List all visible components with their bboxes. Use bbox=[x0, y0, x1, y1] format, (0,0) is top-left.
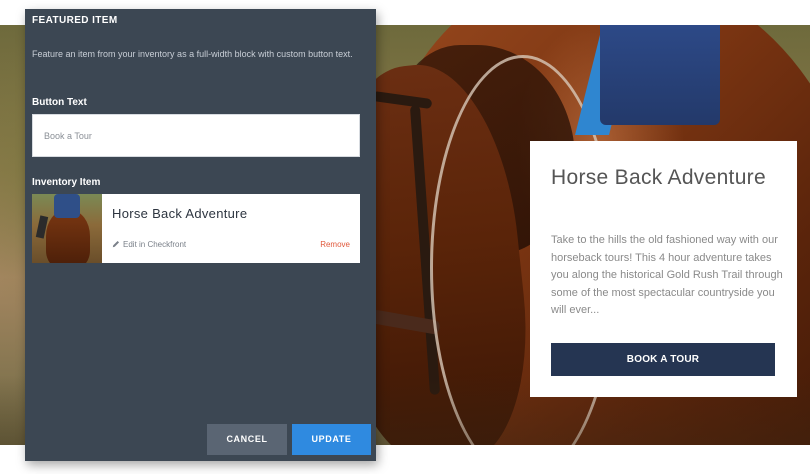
pencil-icon bbox=[112, 240, 120, 248]
inventory-item-card: Horse Back Adventure Edit in Checkfront … bbox=[32, 194, 360, 263]
panel-description: Feature an item from your inventory as a… bbox=[32, 49, 353, 59]
edit-in-checkfront-link[interactable]: Edit in Checkfront bbox=[112, 240, 186, 249]
book-tour-button[interactable]: BOOK A TOUR bbox=[551, 343, 775, 376]
button-text-input[interactable] bbox=[32, 114, 360, 157]
featured-item-editor-panel: FEATURED ITEM Feature an item from your … bbox=[25, 9, 376, 461]
panel-title: FEATURED ITEM bbox=[32, 15, 118, 26]
cancel-button[interactable]: CANCEL bbox=[207, 424, 287, 455]
rider-legs bbox=[600, 25, 720, 125]
featured-item-card: Horse Back Adventure Take to the hills t… bbox=[530, 141, 797, 397]
featured-item-title: Horse Back Adventure bbox=[551, 166, 766, 189]
inventory-item-label: Inventory Item bbox=[32, 177, 101, 188]
edit-link-label: Edit in Checkfront bbox=[123, 240, 187, 249]
update-button[interactable]: UPDATE bbox=[292, 424, 371, 455]
inventory-item-thumbnail bbox=[32, 194, 102, 263]
remove-item-link[interactable]: Remove bbox=[320, 240, 350, 249]
inventory-item-title: Horse Back Adventure bbox=[112, 206, 248, 221]
button-text-label: Button Text bbox=[32, 97, 87, 108]
featured-item-description: Take to the hills the old fashioned way … bbox=[551, 234, 783, 316]
